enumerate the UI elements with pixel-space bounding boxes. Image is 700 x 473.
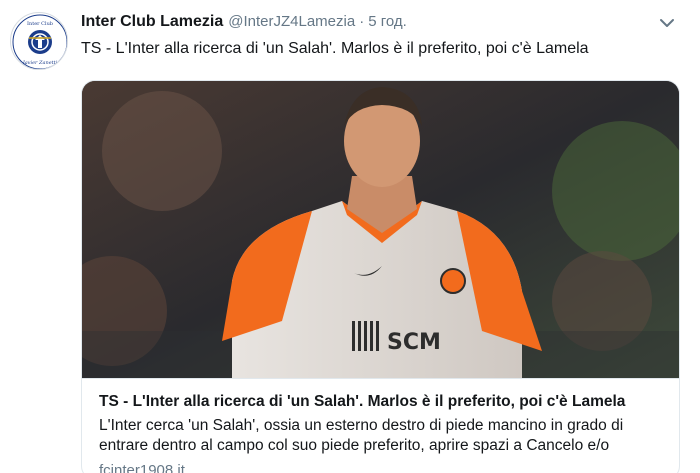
link-card[interactable]: SCM TS - L'Inter alla ricerca di 'un Sal… (81, 80, 680, 473)
svg-text:Javier Zanetti: Javier Zanetti (22, 60, 58, 66)
tweet: Inter Club Javier Zanetti Inter Club Lam… (0, 0, 700, 473)
card-description: L'Inter cerca 'un Salah', ossia un ester… (99, 417, 624, 454)
svg-text:Inter Club: Inter Club (27, 21, 53, 27)
tweet-header: Inter Club Lamezia @InterJZ4Lamezia · 5 … (81, 13, 407, 35)
user-handle[interactable]: @InterJZ4Lamezia (228, 13, 355, 30)
card-title[interactable]: TS - L'Inter alla ricerca di 'un Salah'.… (99, 392, 667, 412)
svg-text:SCM: SCM (387, 330, 441, 355)
card-body: TS - L'Inter alla ricerca di 'un Salah'.… (82, 378, 679, 473)
club-logo-icon: Inter Club Javier Zanetti (12, 14, 67, 69)
card-image[interactable]: SCM (82, 81, 679, 378)
user-name[interactable]: Inter Club Lamezia (81, 13, 223, 31)
chevron-down-icon[interactable] (659, 16, 675, 28)
player-photo: SCM (82, 81, 679, 378)
card-domain: fcinter1908.it (99, 462, 185, 473)
avatar[interactable]: Inter Club Javier Zanetti (10, 12, 68, 70)
separator-dot: · (359, 13, 365, 30)
tweet-timestamp[interactable]: 5 год. (368, 13, 407, 30)
tweet-text: TS - L'Inter alla ricerca di 'un Salah'.… (81, 40, 589, 57)
